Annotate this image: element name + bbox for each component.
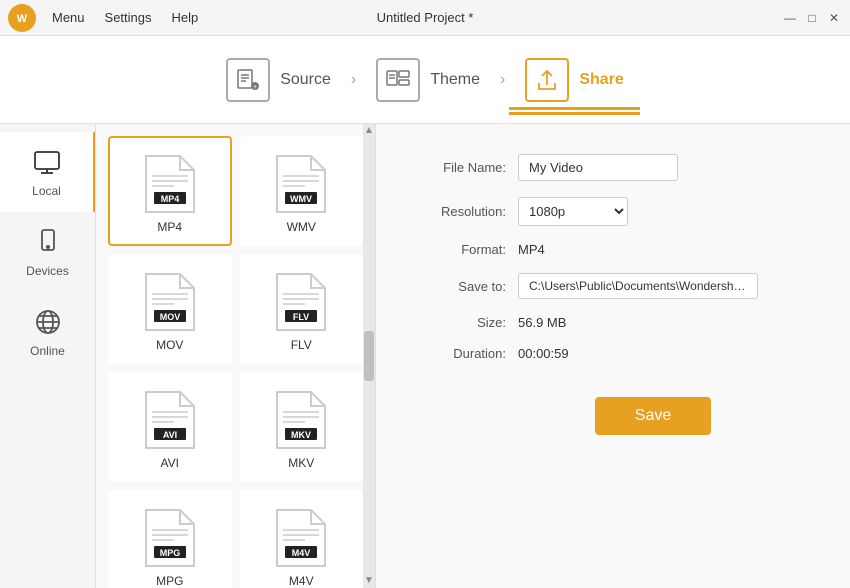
menu-menu[interactable]: Menu [44,6,93,29]
sidebar: Local Devices Online [0,124,96,588]
menu-help[interactable]: Help [164,6,207,29]
flv-icon: FLV [275,272,327,332]
format-flv[interactable]: FLV FLV [240,254,364,364]
svg-text:MOV: MOV [159,312,180,322]
resolution-label: Resolution: [416,204,506,219]
source-label: Source [280,71,331,89]
menu-bar: Menu Settings Help [44,6,206,29]
sidebar-item-devices[interactable]: Devices [0,212,95,292]
sidebar-item-local[interactable]: Local [0,132,95,212]
save-to-label: Save to: [416,279,506,294]
m4v-icon: M4V [275,508,327,568]
mkv-label: MKV [288,456,314,470]
format-row: Format: MP4 [416,242,810,257]
avi-icon: AVI [144,390,196,450]
app-logo: W [8,4,36,32]
sidebar-item-online[interactable]: Online [0,292,95,372]
step-source[interactable]: + Source [210,50,347,110]
size-value: 56.9 MB [518,315,566,330]
svg-text:+: + [253,84,257,91]
svg-text:WMV: WMV [290,194,312,204]
format-m4v[interactable]: M4V M4V [240,490,364,588]
step-theme[interactable]: Theme [360,50,496,110]
mpg-label: MPG [156,574,183,588]
step-sep-1: › [347,71,360,89]
save-to-value: C:\Users\Public\Documents\Wondershare Fo… [518,273,758,299]
format-mkv[interactable]: MKV MKV [240,372,364,482]
svg-text:MPG: MPG [159,548,180,558]
avi-label: AVI [161,456,179,470]
format-mpg[interactable]: MPG MPG [108,490,232,588]
m4v-label: M4V [289,574,314,588]
window-controls: — □ ✕ [782,10,842,26]
mpg-icon: MPG [144,508,196,568]
format-panel: MP4 MP4 WMV WMV [96,124,376,588]
window-title: Untitled Project * [377,10,474,25]
devices-label: Devices [26,264,69,278]
mov-icon: MOV [144,272,196,332]
scroll-up-arrow[interactable]: ▲ [364,126,374,136]
share-icon [525,58,569,102]
mkv-icon: MKV [275,390,327,450]
titlebar: W Menu Settings Help Untitled Project * … [0,0,850,36]
file-name-row: File Name: [416,154,810,181]
close-button[interactable]: ✕ [826,10,842,26]
svg-text:W: W [17,13,28,25]
menu-settings[interactable]: Settings [97,6,160,29]
svg-text:MP4: MP4 [160,194,179,204]
online-label: Online [30,344,65,358]
mp4-label: MP4 [157,220,182,234]
svg-text:MKV: MKV [291,430,311,440]
save-button[interactable]: Save [595,397,711,435]
format-grid: MP4 MP4 WMV WMV [96,124,375,588]
svg-text:FLV: FLV [293,312,309,322]
format-display-label: Format: [416,242,506,257]
svg-text:AVI: AVI [163,430,177,440]
step-sep-2: › [496,71,509,89]
svg-text:M4V: M4V [292,548,311,558]
scroll-down-arrow[interactable]: ▼ [364,576,374,586]
size-row: Size: 56.9 MB [416,315,810,330]
theme-label: Theme [430,71,480,89]
main-content: Local Devices Online [0,124,850,588]
file-name-input[interactable] [518,154,678,181]
share-label: Share [579,71,623,89]
format-wmv[interactable]: WMV WMV [240,136,364,246]
maximize-button[interactable]: □ [804,10,820,26]
format-mov[interactable]: MOV MOV [108,254,232,364]
format-mp4[interactable]: MP4 MP4 [108,136,232,246]
flv-label: FLV [291,338,312,352]
format-value: MP4 [518,242,545,257]
local-label: Local [32,184,61,198]
size-label: Size: [416,315,506,330]
theme-icon [376,58,420,102]
stepbar: + Source › Theme › Share [0,36,850,124]
step-share[interactable]: Share [509,50,639,110]
duration-value: 00:00:59 [518,346,569,361]
mov-label: MOV [156,338,183,352]
minimize-button[interactable]: — [782,10,798,26]
format-avi[interactable]: AVI AVI [108,372,232,482]
mp4-icon: MP4 [144,154,196,214]
file-name-label: File Name: [416,160,506,175]
save-to-row: Save to: C:\Users\Public\Documents\Wonde… [416,273,810,299]
duration-label: Duration: [416,346,506,361]
duration-row: Duration: 00:00:59 [416,346,810,361]
resolution-row: Resolution: 720p 1080p 4K [416,197,810,226]
wmv-icon: WMV [275,154,327,214]
resolution-select[interactable]: 720p 1080p 4K [518,197,628,226]
source-icon: + [226,58,270,102]
wmv-label: WMV [287,220,316,234]
settings-panel: File Name: Resolution: 720p 1080p 4K For… [376,124,850,588]
